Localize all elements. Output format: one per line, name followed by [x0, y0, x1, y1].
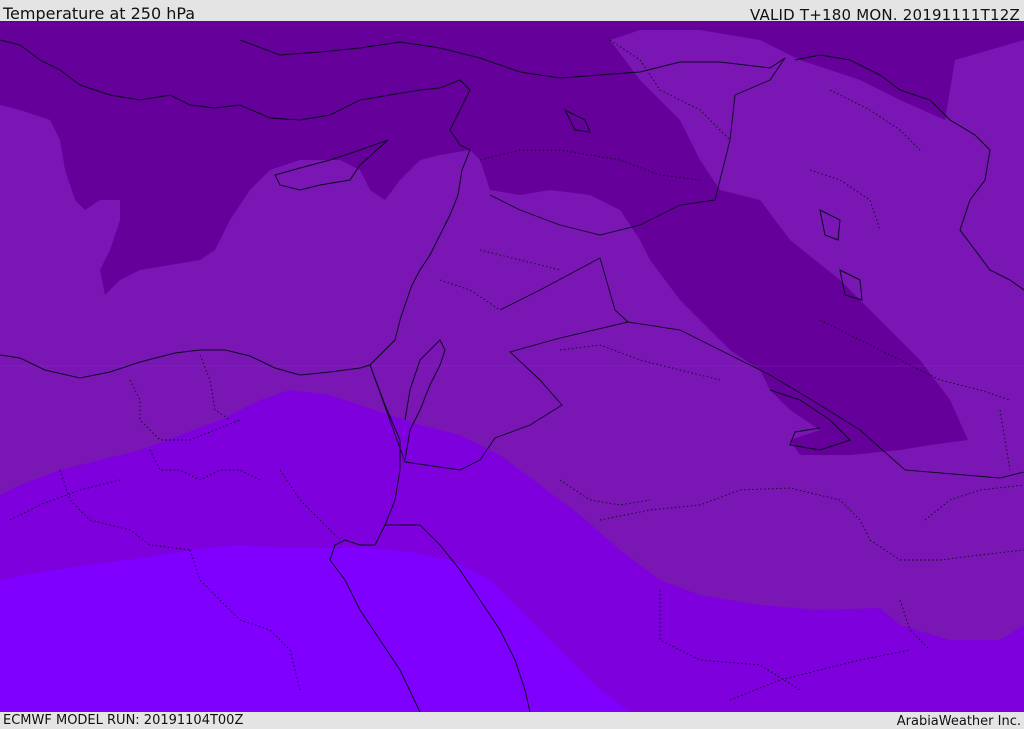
footer-bar: ECMWF MODEL RUN: 20191104T00Z ArabiaWeat…	[0, 712, 1024, 729]
model-run-label: ECMWF MODEL RUN: 20191104T00Z	[3, 713, 244, 728]
weather-map[interactable]	[0, 21, 1024, 712]
map-canvas	[0, 21, 1024, 712]
credit-label: ArabiaWeather Inc.	[896, 714, 1021, 729]
header-bar: Temperature at 250 hPa VALID T+180 MON. …	[0, 0, 1024, 24]
